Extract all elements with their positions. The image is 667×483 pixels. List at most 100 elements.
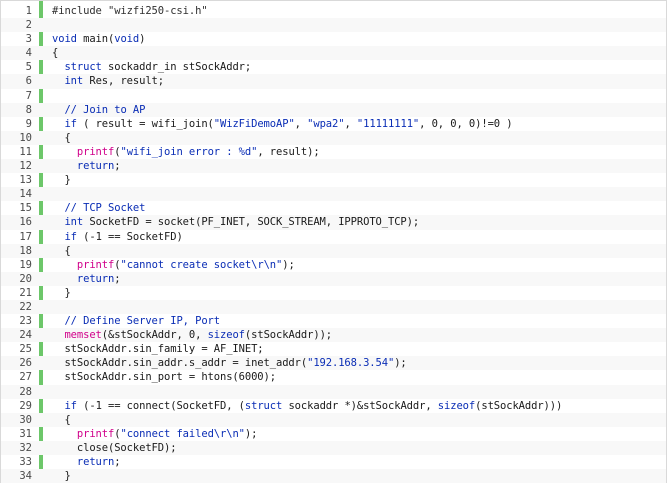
line-number: 32 xyxy=(19,441,32,454)
keyword-token: struct xyxy=(64,61,102,74)
comment-token: // Join to AP xyxy=(64,103,146,116)
line-number: 11 xyxy=(19,145,32,158)
code-line[interactable]: 12 return; xyxy=(1,159,666,174)
line-number: 30 xyxy=(19,413,32,426)
string-token: "wpa2" xyxy=(307,117,345,130)
code-token: , result); xyxy=(257,145,320,158)
code-line[interactable]: 10 { xyxy=(1,130,666,145)
code-line[interactable]: 25 stSockAddr.sin_family = AF_INET; xyxy=(1,342,666,356)
code-line[interactable]: 19 printf("cannot create socket\r\n"); xyxy=(1,258,666,272)
code-line[interactable]: 21 } xyxy=(1,286,666,300)
line-number: 34 xyxy=(19,470,32,483)
keyword-token: void xyxy=(114,33,140,46)
function-token: memset xyxy=(64,329,102,342)
code-line[interactable]: 30 { xyxy=(1,412,666,427)
string-token: "connect failed\r\n" xyxy=(120,427,245,440)
code-token: (&stSockAddr, 0, xyxy=(101,329,208,342)
keyword-token: if xyxy=(64,399,77,412)
code-text: // Join to AP xyxy=(52,103,145,117)
code-line[interactable]: 8 // Join to AP xyxy=(1,102,666,117)
code-text: return; xyxy=(52,272,121,286)
string-token: "11111111" xyxy=(356,117,420,130)
code-line[interactable]: 11 printf("wifi_join error : %d", result… xyxy=(1,145,666,159)
code-line[interactable]: 33 return; xyxy=(1,455,666,469)
code-token: stSockAddr.sin_family = AF_INET; xyxy=(52,343,264,356)
code-token: { xyxy=(52,131,71,144)
code-text: memset(&stSockAddr, 0, sizeof(stSockAddr… xyxy=(52,328,332,342)
code-token: ); xyxy=(394,357,407,370)
code-line[interactable]: 32 close(SocketFD); xyxy=(1,440,666,455)
code-text: #include "wizfi250-csi.h" xyxy=(52,4,208,18)
code-line[interactable]: 18 { xyxy=(1,243,666,258)
code-line[interactable]: 13 } xyxy=(1,173,666,187)
code-text: close(SocketFD); xyxy=(52,441,177,455)
line-number: 19 xyxy=(19,258,32,271)
code-text: stSockAddr.sin_port = htons(6000); xyxy=(52,370,276,384)
code-line[interactable]: 28 xyxy=(1,384,666,399)
code-text: // Define Server IP, Port xyxy=(52,314,220,328)
preprocessor-token: #include "wizfi250-csi.h" xyxy=(52,5,208,17)
code-line[interactable]: 15 // TCP Socket xyxy=(1,201,666,215)
keyword-token: return xyxy=(76,272,115,285)
code-token: (stSockAddr)); xyxy=(244,329,333,342)
code-token: ( result = wifi_join( xyxy=(76,117,214,130)
code-text: { xyxy=(52,46,58,60)
code-editor[interactable]: 1 #include "wizfi250-csi.h" 2 3 void main(vo… xyxy=(0,0,667,483)
code-line[interactable]: 3 void main(void) xyxy=(1,32,666,46)
code-line[interactable]: 2 xyxy=(1,18,666,33)
line-number: 27 xyxy=(19,371,32,384)
code-text: return; xyxy=(52,159,121,173)
function-token: printf xyxy=(76,145,115,158)
code-line[interactable]: 17 if (-1 == SocketFD) xyxy=(1,230,666,244)
code-text: if ( result = wifi_join("WizFiDemoAP", "… xyxy=(52,117,512,131)
line-number: 22 xyxy=(19,300,32,313)
code-token: } xyxy=(52,174,71,187)
code-token: close(SocketFD); xyxy=(52,441,177,454)
line-number: 17 xyxy=(19,230,32,243)
code-text: void main(void) xyxy=(52,32,145,46)
keyword-token: if xyxy=(64,117,77,130)
line-number: 21 xyxy=(19,286,32,299)
line-number: 8 xyxy=(25,103,32,116)
keyword-token: void xyxy=(52,33,77,46)
code-line[interactable]: 9 if ( result = wifi_join("WizFiDemoAP",… xyxy=(1,117,666,131)
code-line[interactable]: 24 memset(&stSockAddr, 0, sizeof(stSockA… xyxy=(1,328,666,343)
string-token: "192.168.3.54" xyxy=(307,357,395,370)
string-token: "cannot create socket\r\n" xyxy=(120,258,283,271)
code-line[interactable]: 14 xyxy=(1,187,666,202)
code-text: } xyxy=(52,469,70,483)
code-line[interactable]: 22 xyxy=(1,299,666,315)
code-line[interactable]: 7 xyxy=(1,89,666,103)
code-token: } xyxy=(52,286,71,299)
code-line[interactable]: 26 stSockAddr.sin_addr.s_addr = inet_add… xyxy=(1,356,666,371)
code-lines: 1 #include "wizfi250-csi.h" 2 3 void main(vo… xyxy=(1,4,666,483)
code-token: , xyxy=(344,117,357,130)
code-line[interactable]: 5 struct sockaddr_in stSockAddr; xyxy=(1,60,666,74)
code-line[interactable]: 20 return; xyxy=(1,271,666,286)
code-line[interactable]: 23 // Define Server IP, Port xyxy=(1,314,666,328)
line-number: 26 xyxy=(19,357,32,370)
code-text: return; xyxy=(52,455,121,469)
line-number: 31 xyxy=(19,427,32,440)
string-token: "wifi_join error : %d" xyxy=(120,145,258,158)
code-line[interactable]: 1 #include "wizfi250-csi.h" xyxy=(1,4,666,18)
line-number: 15 xyxy=(19,202,32,215)
code-text: printf("wifi_join error : %d", result); xyxy=(52,145,320,159)
code-line[interactable]: 4{ xyxy=(1,46,666,61)
code-line[interactable]: 29 if (-1 == connect(SocketFD, (struct s… xyxy=(1,399,666,413)
code-line[interactable]: 6 int Res, result; xyxy=(1,74,666,89)
code-line[interactable]: 31 printf("connect failed\r\n"); xyxy=(1,427,666,441)
code-text: // TCP Socket xyxy=(52,201,145,215)
code-line[interactable]: 34 } xyxy=(1,469,666,483)
code-line[interactable]: 27 stSockAddr.sin_port = htons(6000); xyxy=(1,370,666,384)
code-line[interactable]: 16 int SocketFD = socket(PF_INET, SOCK_S… xyxy=(1,215,666,230)
